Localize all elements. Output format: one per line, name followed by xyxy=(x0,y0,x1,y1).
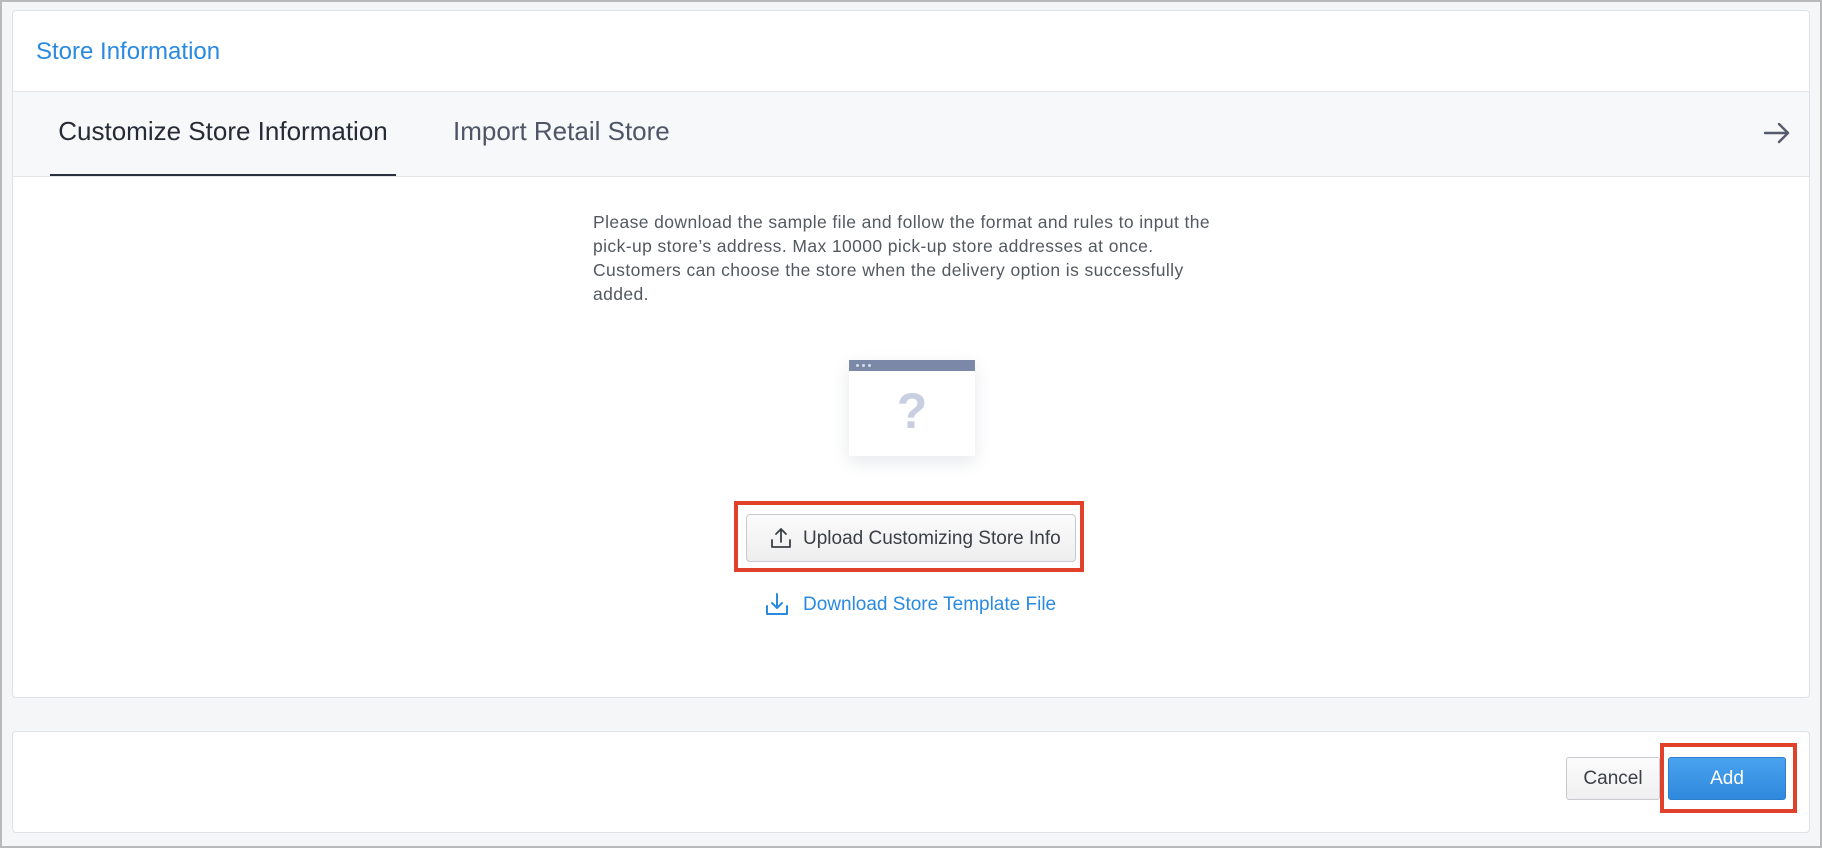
page-title: Store Information xyxy=(36,38,221,65)
upload-customizing-store-info-button[interactable]: Upload Customizing Store Info xyxy=(746,514,1076,562)
instructions-text: Please download the sample file and foll… xyxy=(593,212,1211,304)
tabs-bar: Customize Store Information Import Retai… xyxy=(13,92,1809,177)
tab-import-retail-store[interactable]: Import Retail Store xyxy=(453,92,670,176)
action-footer xyxy=(12,731,1810,833)
empty-window-question-icon: ? xyxy=(849,360,975,456)
tab-customize-store-information[interactable]: Customize Store Information xyxy=(50,92,396,176)
upload-icon xyxy=(771,528,791,548)
upload-button-label: Upload Customizing Store Info xyxy=(803,528,1061,549)
download-link-label: Download Store Template File xyxy=(803,594,1057,615)
arrow-right-icon[interactable] xyxy=(1762,118,1792,148)
add-button[interactable]: Add xyxy=(1668,757,1786,800)
cancel-button[interactable]: Cancel xyxy=(1566,757,1660,800)
download-icon xyxy=(766,593,788,615)
card-header: Store Information xyxy=(13,11,1809,92)
